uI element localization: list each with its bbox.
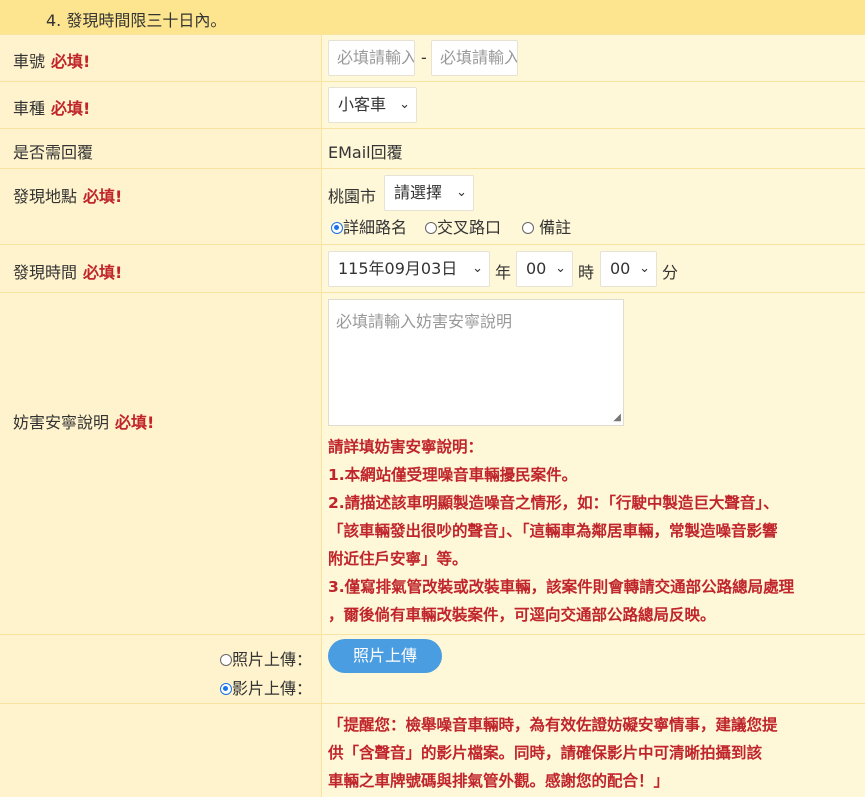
description-label-cell bbox=[0, 293, 322, 634]
plate-label-text: 車號 bbox=[13, 52, 46, 71]
location-option-street-label: 詳細路名 bbox=[343, 218, 408, 237]
divider bbox=[0, 244, 865, 245]
photo-upload-button[interactable]: 照片上傳 bbox=[328, 639, 442, 673]
required-mark: 必填! bbox=[51, 99, 91, 118]
reminder-notes: 「提醒您：檢舉噪音車輛時，為有效佐證妨礙安寧情事，建議您提 供「含聲音」的影片檔… bbox=[328, 711, 778, 795]
district-selected: 請選擇 bbox=[394, 183, 443, 202]
description-placeholder: 必填請輸入妨害安寧說明 bbox=[336, 312, 513, 331]
notes-line: 請詳填妨害安寧說明： bbox=[328, 438, 484, 456]
location-option-intersection[interactable]: 交叉路口 bbox=[425, 214, 501, 238]
hour-selected: 00 bbox=[526, 259, 547, 278]
radio-checked-icon[interactable] bbox=[331, 222, 343, 234]
divider bbox=[0, 634, 865, 635]
chevron-down-icon: ⌄ bbox=[472, 261, 483, 276]
notes-line: 附近住戶安寧」等。 bbox=[328, 550, 468, 568]
time-label: 發現時間 必填! bbox=[13, 259, 122, 283]
date-selected: 115年09月03日 bbox=[338, 259, 458, 278]
required-mark: 必填! bbox=[83, 187, 123, 206]
divider bbox=[0, 168, 865, 169]
upload-option-photo-label: 照片上傳： bbox=[231, 650, 312, 669]
notes-line: 2.請描述該車明顯製造噪音之情形，如：「行駛中製造巨大聲音」、 bbox=[328, 494, 779, 512]
plate-number-input[interactable]: 必填請輸入 bbox=[431, 40, 518, 76]
required-mark: 必填! bbox=[115, 413, 155, 432]
notes-line: 3.僅寫排氣管改裝或改裝車輛，該案件則會轉請交通部公路總局處理 bbox=[328, 578, 795, 596]
description-label-text: 妨害安寧說明 bbox=[13, 413, 110, 432]
plate-separator: - bbox=[421, 48, 427, 67]
divider bbox=[0, 128, 865, 129]
chevron-down-icon: ⌄ bbox=[399, 97, 410, 112]
radio-unchecked-icon[interactable] bbox=[425, 222, 437, 234]
location-option-note[interactable]: 備註 bbox=[522, 214, 571, 238]
reminder-label-cell bbox=[0, 704, 322, 797]
description-textarea[interactable]: 必填請輸入妨害安寧說明 ◢ bbox=[328, 299, 624, 426]
notes-line: 1.本網站僅受理噪音車輛擾民案件。 bbox=[328, 466, 578, 484]
required-mark: 必填! bbox=[51, 52, 91, 71]
vehicle-type-label-text: 車種 bbox=[13, 99, 46, 118]
plate-prefix-input[interactable]: 必填請輸入 bbox=[328, 40, 415, 76]
date-select[interactable]: 115年09月03日 ⌄ bbox=[328, 251, 490, 287]
vehicle-type-label: 車種 必填! bbox=[13, 95, 90, 119]
reply-value: EMail回覆 bbox=[328, 143, 403, 162]
radio-unchecked-icon[interactable] bbox=[219, 654, 232, 666]
location-label: 發現地點 必填! bbox=[13, 183, 122, 207]
time-limit-note: 4. 發現時間限三十日內。 bbox=[0, 0, 865, 34]
location-city: 桃園市 bbox=[328, 187, 377, 206]
location-label-text: 發現地點 bbox=[13, 187, 78, 206]
notes-line: 「該車輛發出很吵的聲音」、「這輛車為鄰居車輛，常製造噪音影響 bbox=[328, 522, 778, 540]
radio-unchecked-icon[interactable] bbox=[522, 222, 534, 234]
reminder-line: 供「含聲音」的影片檔案。同時，請確保影片中可清晰拍攝到該 bbox=[328, 744, 763, 762]
notes-line: ，爾後倘有車輛改裝案件，可逕向交通部公路總局反映。 bbox=[328, 606, 716, 624]
divider bbox=[0, 292, 865, 293]
chevron-down-icon: ⌄ bbox=[639, 261, 650, 276]
time-limit-note-text: 4. 發現時間限三十日內。 bbox=[46, 11, 227, 30]
vehicle-type-select[interactable]: 小客車 ⌄ bbox=[328, 87, 417, 123]
reply-value-cell bbox=[322, 129, 865, 168]
district-select[interactable]: 請選擇 ⌄ bbox=[384, 175, 474, 211]
hour-unit: 時 bbox=[578, 263, 595, 282]
upload-option-video[interactable]: 影片上傳： bbox=[219, 675, 312, 699]
year-unit: 年 bbox=[495, 263, 512, 282]
reply-label: 是否需回覆 bbox=[13, 143, 94, 162]
reminder-line: 車輛之車牌號碼與排氣管外觀。感謝您的配合！」 bbox=[328, 772, 670, 790]
location-option-street[interactable]: 詳細路名 bbox=[331, 214, 407, 238]
description-notes: 請詳填妨害安寧說明： 1.本網站僅受理噪音車輛擾民案件。 2.請描述該車明顯製造… bbox=[328, 433, 794, 629]
description-label: 妨害安寧說明 必填! bbox=[13, 409, 154, 433]
radio-checked-icon[interactable] bbox=[219, 683, 232, 695]
upload-option-video-label: 影片上傳： bbox=[231, 679, 312, 698]
minute-selected: 00 bbox=[610, 259, 631, 278]
chevron-down-icon: ⌄ bbox=[456, 185, 467, 200]
minute-unit: 分 bbox=[662, 263, 679, 282]
column-divider bbox=[321, 34, 322, 797]
location-option-note-label: 備註 bbox=[539, 218, 572, 237]
resize-grip-icon[interactable]: ◢ bbox=[613, 413, 621, 423]
minute-select[interactable]: 00 ⌄ bbox=[600, 251, 657, 287]
time-label-text: 發現時間 bbox=[13, 263, 78, 282]
divider bbox=[0, 703, 865, 704]
vehicle-type-selected: 小客車 bbox=[338, 95, 387, 114]
required-mark: 必填! bbox=[83, 263, 123, 282]
location-option-intersection-label: 交叉路口 bbox=[437, 218, 502, 237]
reminder-line: 「提醒您：檢舉噪音車輛時，為有效佐證妨礙安寧情事，建議您提 bbox=[328, 716, 778, 734]
hour-select[interactable]: 00 ⌄ bbox=[516, 251, 573, 287]
chevron-down-icon: ⌄ bbox=[555, 261, 566, 276]
divider bbox=[0, 81, 865, 82]
upload-option-photo[interactable]: 照片上傳： bbox=[219, 646, 312, 670]
divider bbox=[0, 34, 865, 35]
plate-label: 車號 必填! bbox=[13, 48, 90, 72]
